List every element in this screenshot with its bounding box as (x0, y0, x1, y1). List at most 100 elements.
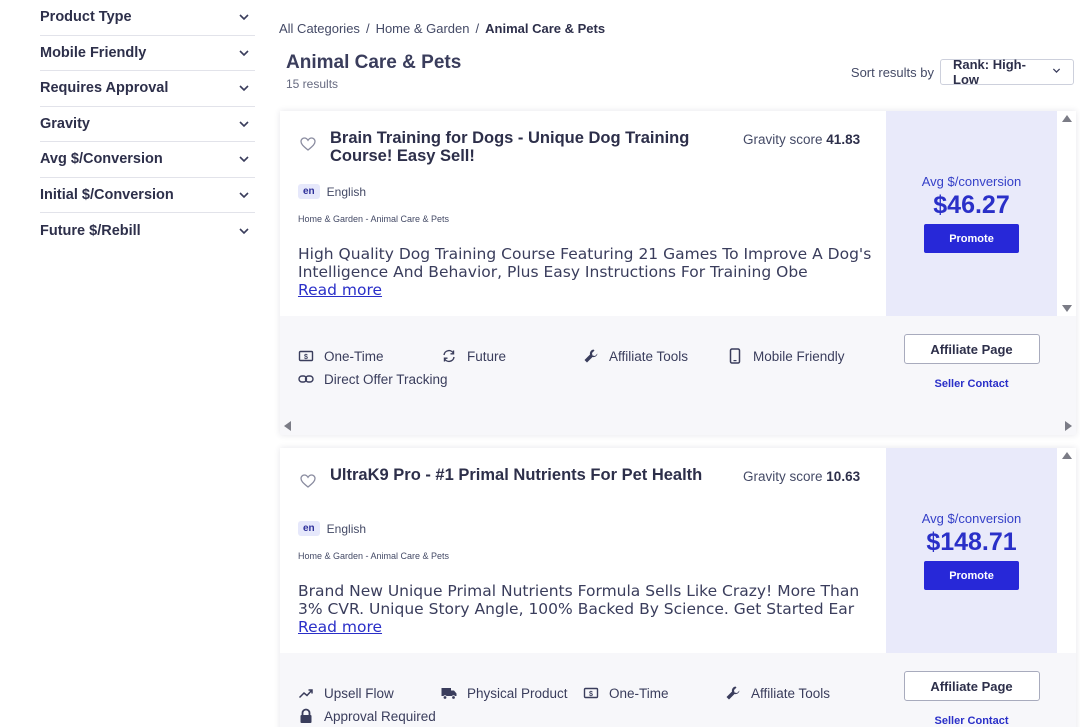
filter-sidebar: Product Type Mobile Friendly Requires Ap… (40, 0, 255, 249)
sort-value: Rank: High-Low (953, 57, 1026, 87)
promote-button[interactable]: Promote (924, 561, 1019, 590)
feature-item: $ One-Time (583, 685, 669, 701)
feature-label: Physical Product (467, 685, 568, 701)
feature-label: Affiliate Tools (609, 348, 689, 364)
lock-icon (298, 708, 314, 724)
filter-requires-approval[interactable]: Requires Approval (40, 71, 255, 107)
sort-select[interactable]: Rank: High-Low (940, 57, 1074, 87)
dollar-bill-icon: $ (298, 348, 314, 364)
filter-mobile-friendly[interactable]: Mobile Friendly (40, 36, 255, 71)
filter-label: Requires Approval (40, 80, 169, 97)
product-card: UltraK9 Pro - #1 Primal Nutrients For Pe… (280, 448, 1076, 727)
breadcrumb-separator: / (365, 21, 370, 36)
feature-label: Upsell Flow (324, 685, 394, 701)
breadcrumb-current: Animal Care & Pets (485, 21, 606, 36)
feature-label: Mobile Friendly (753, 348, 845, 364)
dollar-bill-icon: $ (583, 685, 599, 701)
breadcrumb-separator: / (475, 21, 480, 36)
feature-item: Direct Offer Tracking (298, 371, 448, 387)
heart-icon[interactable] (300, 474, 316, 488)
chevron-down-icon (237, 81, 251, 95)
filter-label: Avg $/Conversion (40, 151, 163, 168)
product-description: High Quality Dog Training Course Featuri… (298, 245, 873, 299)
gravity-value: 41.83 (826, 132, 861, 147)
language-label: English (326, 521, 367, 536)
filter-label: Gravity (40, 115, 90, 132)
filter-avg-conversion[interactable]: Avg $/Conversion (40, 142, 255, 178)
language-badge: en (298, 521, 320, 536)
feature-label: One-Time (609, 685, 669, 701)
language: en English (298, 521, 366, 536)
feature-item: Future (441, 348, 506, 364)
recurring-icon (441, 348, 457, 364)
read-more-link[interactable]: Read more (298, 618, 382, 636)
svg-text:$: $ (304, 354, 308, 361)
product-title[interactable]: Brain Training for Dogs - Unique Dog Tra… (330, 129, 730, 165)
filter-product-type[interactable]: Product Type (40, 0, 255, 36)
product-card: Brain Training for Dogs - Unique Dog Tra… (280, 111, 1076, 435)
wrench-icon (725, 685, 741, 701)
product-title[interactable]: UltraK9 Pro - #1 Primal Nutrients For Pe… (330, 466, 730, 484)
feature-item: Mobile Friendly (727, 348, 845, 364)
filter-future-rebill[interactable]: Future $/Rebill (40, 213, 255, 249)
conversion-panel: Avg $/conversion $46.27 Promote (886, 111, 1057, 316)
feature-label: Future (467, 348, 507, 364)
results-count: 15 results (286, 77, 339, 91)
description-text: High Quality Dog Training Course Featuri… (298, 245, 872, 281)
read-more-link[interactable]: Read more (298, 281, 382, 299)
breadcrumb-home-garden[interactable]: Home & Garden (376, 21, 470, 36)
gravity-score: Gravity score 10.63 (743, 469, 860, 484)
filter-label: Product Type (40, 9, 132, 26)
seller-contact-link[interactable]: Seller Contact (935, 378, 1009, 390)
product-description: Brand New Unique Primal Nutrients Formul… (298, 582, 873, 636)
sort-label: Sort results by (850, 64, 934, 80)
chevron-down-icon (237, 117, 251, 131)
scroll-down-icon[interactable] (1061, 305, 1072, 312)
feature-item: Physical Product (441, 685, 568, 701)
affiliate-page-button[interactable]: Affiliate Page (903, 334, 1040, 364)
affiliate-page-button[interactable]: Affiliate Page (903, 671, 1040, 701)
feature-label: Approval Required (324, 708, 436, 724)
feature-list: $ One-Time Future Affiliate Tools Mobile… (280, 316, 886, 416)
feature-label: Direct Offer Tracking (324, 371, 448, 387)
promote-button[interactable]: Promote (924, 224, 1019, 253)
heart-icon[interactable] (300, 137, 316, 151)
seller-contact-link[interactable]: Seller Contact (935, 715, 1009, 727)
feature-item: $ One-Time (298, 348, 384, 364)
avg-conversion-label: Avg $/conversion (921, 511, 1022, 526)
svg-text:$: $ (589, 691, 593, 698)
scroll-up-icon[interactable] (1061, 115, 1072, 122)
truck-icon (441, 685, 457, 701)
gravity-score: Gravity score 41.83 (743, 132, 860, 147)
scroll-right-icon[interactable] (1065, 420, 1072, 431)
vertical-scrollbar[interactable] (1057, 448, 1076, 653)
language: en English (298, 184, 366, 199)
chevron-down-icon (237, 188, 251, 202)
vertical-scrollbar[interactable] (1057, 111, 1076, 316)
feature-item: Affiliate Tools (583, 348, 688, 364)
filter-initial-conversion[interactable]: Initial $/Conversion (40, 178, 255, 213)
horizontal-scrollbar[interactable] (280, 416, 1076, 435)
breadcrumb: All Categories / Home & Garden / Animal … (279, 21, 605, 36)
chevron-down-icon (237, 152, 251, 166)
feature-list: Upsell Flow Physical Product $ One-Time … (280, 653, 886, 727)
link-icon (298, 371, 314, 387)
avg-conversion-value: $46.27 (933, 191, 1010, 219)
feature-item: Approval Required (298, 708, 436, 724)
category-path: Home & Garden - Animal Care & Pets (298, 551, 450, 561)
feature-item: Affiliate Tools (725, 685, 830, 701)
scroll-up-icon[interactable] (1061, 452, 1072, 459)
avg-conversion-value: $148.71 (926, 528, 1017, 556)
feature-label: Affiliate Tools (751, 685, 831, 701)
breadcrumb-all-categories[interactable]: All Categories (279, 21, 360, 36)
filter-label: Initial $/Conversion (40, 186, 174, 203)
chevron-down-icon (237, 46, 251, 60)
filter-label: Mobile Friendly (40, 44, 147, 61)
scroll-left-icon[interactable] (284, 420, 291, 431)
sort-control: Sort results by Rank: High-Low (850, 57, 1074, 87)
chevron-down-icon (237, 10, 251, 24)
trending-up-icon (298, 685, 314, 701)
gravity-label: Gravity score (743, 132, 823, 147)
gravity-value: 10.63 (826, 469, 861, 484)
filter-gravity[interactable]: Gravity (40, 107, 255, 142)
